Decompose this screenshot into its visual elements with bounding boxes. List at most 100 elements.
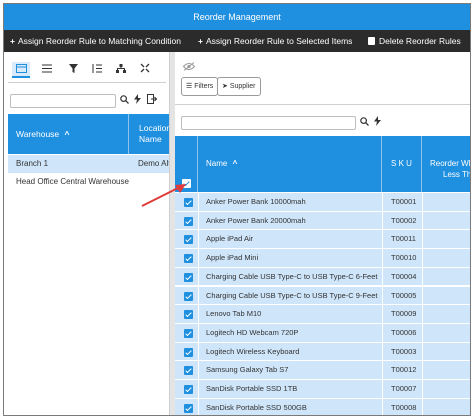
cell-divider	[382, 211, 383, 231]
item-row[interactable]: Logitech HD Webcam 720P T00006	[175, 323, 470, 343]
row-checkbox[interactable]	[184, 235, 193, 245]
list-icon[interactable]	[38, 62, 56, 78]
item-sku-cell: T00003	[391, 346, 417, 356]
column-label-location: Location	[139, 123, 170, 133]
cell-divider	[382, 305, 383, 325]
cell-divider	[422, 211, 423, 231]
column-header-sku[interactable]: S K U	[382, 136, 422, 192]
item-name-cell: Charging Cable USB Type-C to USB Type-C …	[206, 271, 378, 281]
warehouse-grid-header: Warehouse ^ Location Name	[8, 114, 170, 154]
column-header-location-name[interactable]: Location Name	[128, 114, 170, 154]
cell-divider	[382, 267, 383, 287]
cell-divider	[198, 286, 199, 306]
item-row[interactable]: Samsung Galaxy Tab S7 T00012	[175, 361, 470, 381]
location-cell: Demo Alt	[138, 159, 170, 168]
item-name-cell: Lenovo Tab M10	[206, 309, 262, 319]
item-name-cell: Logitech HD Webcam 720P	[206, 327, 299, 337]
item-sku-cell: T00010	[391, 253, 417, 263]
delete-rules-button[interactable]: Delete Reorder Rules	[368, 30, 461, 52]
warehouse-row[interactable]: Branch 1 Demo Alt	[8, 155, 170, 173]
cell-divider	[198, 193, 199, 212]
search-icon[interactable]	[360, 116, 369, 130]
quick-action-icon[interactable]	[134, 94, 141, 108]
delete-rules-label: Delete Reorder Rules	[379, 36, 461, 46]
item-sku-cell: T00007	[391, 384, 417, 393]
cell-divider	[198, 267, 199, 287]
hierarchy-icon[interactable]	[112, 62, 130, 78]
item-sku-cell: T00005	[391, 290, 417, 300]
sort-asc-icon: ^	[232, 159, 238, 168]
items-panel: ☰ Filters ➤ Supplier Name ^ S K U Reorde…	[175, 52, 470, 415]
item-name-cell: Charging Cable USB Type-C to USB Type-C …	[206, 290, 378, 300]
column-label-warehouse: Warehouse	[16, 129, 60, 139]
item-name-cell: SanDisk Portable SSD 500GB	[206, 402, 307, 412]
item-sku-cell: T00012	[391, 365, 417, 375]
search-icon[interactable]	[120, 94, 129, 108]
item-sku-cell: T00011	[391, 234, 416, 244]
row-checkbox[interactable]	[184, 385, 193, 394]
item-row[interactable]: Apple iPad Mini T00010	[175, 249, 470, 269]
divider	[175, 104, 470, 105]
assign-selected-button[interactable]: + Assign Reorder Rule to Selected Items	[198, 30, 352, 52]
item-name-cell: Anker Power Bank 10000mah	[206, 197, 306, 206]
supplier-chip[interactable]: ➤ Supplier	[217, 77, 261, 96]
assign-matching-button[interactable]: + Assign Reorder Rule to Matching Conditi…	[10, 30, 181, 52]
cell-divider	[382, 323, 383, 343]
row-checkbox[interactable]	[184, 328, 193, 338]
column-header-name[interactable]: Name ^	[198, 136, 382, 192]
divider	[8, 82, 166, 83]
warehouse-panel: Warehouse ^ Location Name Branch 1 Demo …	[4, 52, 170, 415]
sort-asc-icon: ^	[64, 129, 70, 139]
cell-divider	[382, 361, 383, 381]
item-row[interactable]: Charging Cable USB Type-C to USB Type-C …	[175, 286, 470, 306]
warehouse-cell: Branch 1	[16, 159, 49, 168]
warehouse-grid: Warehouse ^ Location Name Branch 1 Demo …	[8, 114, 170, 414]
item-row[interactable]: Anker Power Bank 20000mah T00002	[175, 211, 470, 231]
item-row[interactable]: SanDisk Portable SSD 500GB T00008	[175, 398, 470, 415]
filters-chip[interactable]: ☰ Filters	[181, 77, 219, 96]
item-search-input[interactable]	[181, 116, 356, 130]
row-checkbox[interactable]	[184, 403, 193, 413]
sort-list-icon[interactable]	[88, 62, 106, 78]
column-label-reorder-when: Reorder Whe	[430, 159, 470, 168]
warehouse-search-input[interactable]	[10, 94, 116, 108]
collapse-icon[interactable]	[136, 62, 154, 78]
hidden-eye-icon[interactable]	[182, 62, 196, 73]
annotation-arrow-icon	[141, 184, 186, 207]
column-label-sku: S K U	[391, 159, 412, 168]
row-checkbox[interactable]	[184, 272, 193, 282]
assign-selected-label: Assign Reorder Rule to Selected Items	[205, 36, 353, 46]
row-checkbox[interactable]	[184, 310, 193, 320]
cell-divider	[382, 230, 383, 250]
column-header-reorder-when[interactable]: Reorder Whe Less Tha	[422, 136, 470, 192]
row-checkbox[interactable]	[184, 216, 193, 226]
item-name-cell: Apple iPad Air	[206, 234, 254, 244]
cell-divider	[198, 230, 199, 250]
row-checkbox[interactable]	[184, 347, 193, 357]
item-name-cell: Logitech Wireless Keyboard	[206, 346, 300, 356]
quick-action-icon[interactable]	[374, 116, 381, 130]
item-sku-cell: T00006	[391, 327, 417, 337]
row-checkbox[interactable]	[184, 254, 193, 264]
reorder-management-window: Reorder Management + Assign Reorder Rule …	[3, 3, 471, 416]
cell-divider	[382, 380, 383, 399]
item-row[interactable]: Charging Cable USB Type-C to USB Type-C …	[175, 267, 470, 287]
cell-divider	[422, 286, 423, 306]
items-grid: Name ^ S K U Reorder Whe Less Tha Anker …	[175, 136, 470, 415]
column-header-warehouse[interactable]: Warehouse ^	[16, 114, 70, 154]
supplier-chip-label: Supplier	[229, 83, 256, 90]
row-checkbox[interactable]	[184, 366, 193, 376]
item-row[interactable]: Anker Power Bank 10000mah T00001	[175, 193, 470, 212]
cell-divider	[382, 398, 383, 415]
cell-divider	[382, 249, 383, 269]
export-icon[interactable]	[147, 94, 158, 108]
item-row[interactable]: Logitech Wireless Keyboard T00003	[175, 342, 470, 362]
column-label-name: Name	[206, 159, 228, 168]
item-row[interactable]: Apple iPad Air T00011	[175, 230, 470, 250]
filter-icon[interactable]	[64, 62, 82, 78]
item-sku-cell: T00009	[391, 309, 417, 319]
row-checkbox[interactable]	[184, 291, 193, 301]
table-view-icon[interactable]	[12, 62, 30, 78]
item-row[interactable]: SanDisk Portable SSD 1TB T00007	[175, 380, 470, 399]
item-row[interactable]: Lenovo Tab M10 T00009	[175, 305, 470, 325]
